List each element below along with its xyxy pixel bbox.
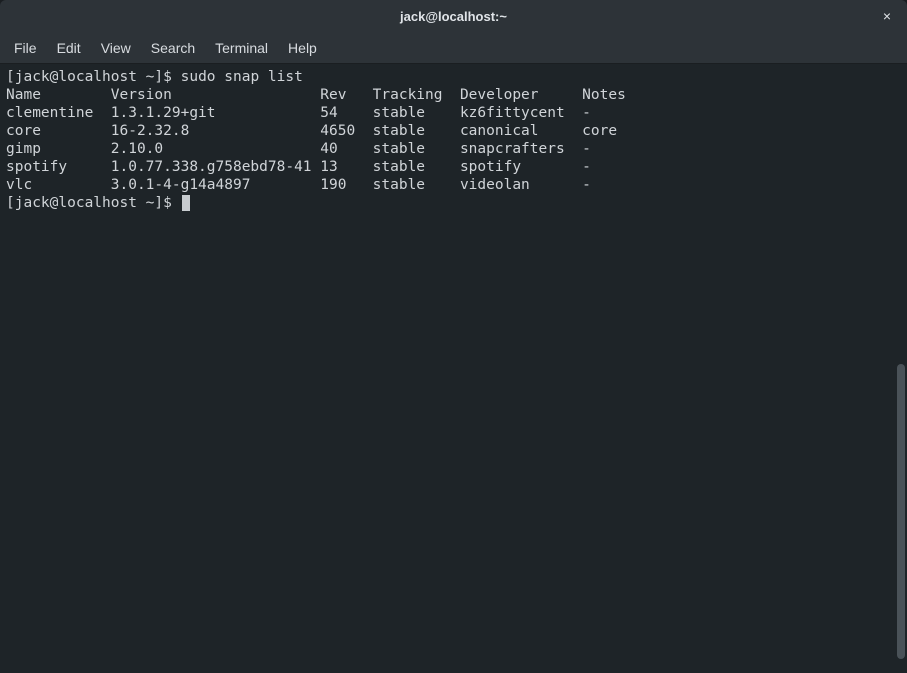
menu-file[interactable]: File <box>4 36 47 60</box>
prompt-line-1: [jack@localhost ~]$ sudo snap list <box>6 69 303 85</box>
prompt-line-2: [jack@localhost ~]$ <box>6 195 190 211</box>
table-row: spotify 1.0.77.338.g758ebd78-41 13 stabl… <box>6 159 591 175</box>
table-row: gimp 2.10.0 40 stable snapcrafters - <box>6 141 591 157</box>
prompt: [jack@localhost ~]$ <box>6 69 181 85</box>
scrollbar[interactable] <box>897 364 905 659</box>
command-text: sudo snap list <box>181 69 303 85</box>
prompt: [jack@localhost ~]$ <box>6 195 181 211</box>
menu-terminal[interactable]: Terminal <box>205 36 278 60</box>
table-row: core 16-2.32.8 4650 stable canonical cor… <box>6 123 617 139</box>
table-row: vlc 3.0.1-4-g14a4897 190 stable videolan… <box>6 177 591 193</box>
output-header: Name Version Rev Tracking Developer Note… <box>6 87 626 103</box>
menubar: File Edit View Search Terminal Help <box>0 32 907 64</box>
terminal-content: [jack@localhost ~]$ sudo snap list Name … <box>6 68 901 212</box>
menu-view[interactable]: View <box>91 36 141 60</box>
menu-search[interactable]: Search <box>141 36 205 60</box>
table-row: clementine 1.3.1.29+git 54 stable kz6fit… <box>6 105 591 121</box>
menu-edit[interactable]: Edit <box>47 36 91 60</box>
close-icon[interactable]: × <box>877 6 897 26</box>
menu-help[interactable]: Help <box>278 36 327 60</box>
titlebar[interactable]: jack@localhost:~ × <box>0 0 907 32</box>
terminal-window: jack@localhost:~ × File Edit View Search… <box>0 0 907 673</box>
window-title: jack@localhost:~ <box>400 9 507 24</box>
cursor-icon <box>182 195 190 211</box>
terminal-viewport[interactable]: [jack@localhost ~]$ sudo snap list Name … <box>0 64 907 673</box>
